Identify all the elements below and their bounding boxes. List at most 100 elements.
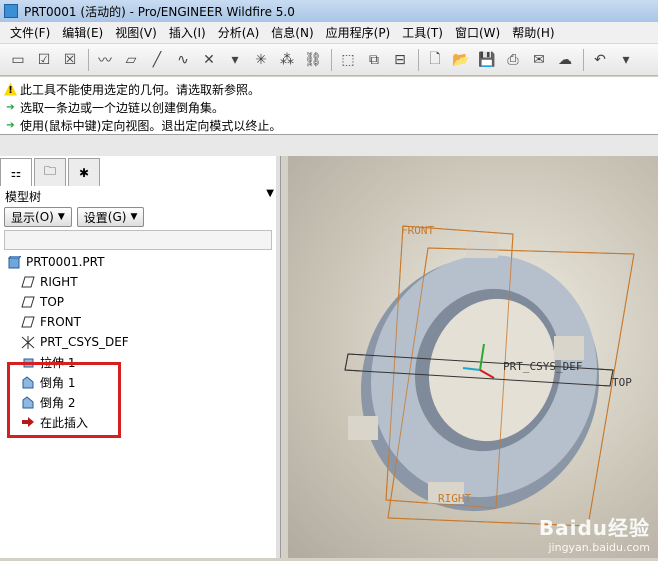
- datum-point-icon[interactable]: ✕: [197, 48, 221, 72]
- analysis-icon[interactable]: ⁂: [275, 48, 299, 72]
- csys-label: PRT_CSYS_DEF: [503, 360, 582, 373]
- menu-help[interactable]: 帮助(H): [506, 24, 560, 41]
- tree-item-right[interactable]: RIGHT: [6, 272, 276, 292]
- model-tree-buttons: 显示 (O) ▼ 设置 (G) ▼: [4, 207, 149, 227]
- menu-info[interactable]: 信息(N): [265, 24, 319, 41]
- graphics-viewport[interactable]: PRT_CSYS_DEF FRONT TOP RIGHT Baidu经验 jin…: [288, 156, 658, 558]
- toolbar-separator: [331, 48, 332, 71]
- right-label: RIGHT: [438, 492, 471, 505]
- tab-favorites[interactable]: ✱: [68, 158, 100, 186]
- chain-icon[interactable]: ⛓: [301, 48, 325, 72]
- tree-item-top[interactable]: TOP: [6, 292, 276, 312]
- model-graphic: PRT_CSYS_DEF FRONT TOP RIGHT: [344, 224, 635, 527]
- message-line: ➔ 使用(鼠标中键)定向视图。退出定向模式以终止。: [4, 116, 654, 134]
- tree-item-label: PRT_CSYS_DEF: [40, 335, 129, 349]
- warning-icon: !: [4, 82, 17, 96]
- menu-file[interactable]: 文件(F): [4, 24, 56, 41]
- datum-plane-icon: [20, 315, 36, 329]
- new-window-icon[interactable]: ▭: [6, 48, 30, 72]
- tree-item-label: FRONT: [40, 315, 81, 329]
- check-window-icon[interactable]: ☑: [32, 48, 56, 72]
- datum-plane-icon: [20, 275, 36, 289]
- folder-icon: 🗀: [43, 164, 56, 178]
- app-icon: [4, 4, 18, 18]
- prompt-arrow-icon: ➔: [6, 119, 15, 131]
- save-icon[interactable]: 💾: [475, 48, 499, 72]
- message-line: ➔ 选取一条边或一个边链以创建倒角集。: [4, 98, 654, 116]
- message-text: 此工具不能使用选定的几何。请选取新参照。: [20, 82, 261, 97]
- open-file-icon[interactable]: 📂: [449, 48, 473, 72]
- slot-right: [554, 336, 584, 360]
- tree-icon: ⚏: [10, 165, 22, 180]
- watermark: Baidu经验 jingyan.baidu.com: [539, 512, 650, 554]
- menu-insert[interactable]: 插入(I): [163, 24, 212, 41]
- window-title: PRT0001 (活动的) - Pro/ENGINEER Wildfire 5.…: [24, 4, 295, 19]
- top-label: TOP: [612, 376, 632, 389]
- tree-item-csys[interactable]: PRT_CSYS_DEF: [6, 332, 276, 352]
- message-area: ! 此工具不能使用选定的几何。请选取新参照。 ➔ 选取一条边或一个边链以创建倒角…: [0, 77, 658, 135]
- curve-icon[interactable]: ∿: [171, 48, 195, 72]
- settings-button-shortcut: (G): [107, 210, 127, 224]
- slot-left: [348, 416, 378, 440]
- print-icon[interactable]: ⎙: [501, 48, 525, 72]
- front-label: FRONT: [401, 224, 434, 237]
- tab-model-tree[interactable]: ⚏: [0, 158, 32, 186]
- message-text: 选取一条边或一个边链以创建倒角集。: [20, 100, 225, 115]
- csys-icon[interactable]: ✳: [249, 48, 273, 72]
- tree-item-label: TOP: [40, 295, 65, 309]
- undo-dropdown-icon[interactable]: ▾: [614, 48, 638, 72]
- menu-analysis[interactable]: 分析(A): [212, 24, 266, 41]
- chevron-down-icon[interactable]: ▼: [266, 188, 274, 199]
- tab-folder-browser[interactable]: 🗀: [34, 158, 66, 186]
- filter-icon[interactable]: ⧉: [362, 48, 386, 72]
- menu-view[interactable]: 视图(V): [109, 24, 163, 41]
- sketch-icon[interactable]: 〰: [93, 48, 117, 72]
- menu-bar: 文件(F) 编辑(E) 视图(V) 插入(I) 分析(A) 信息(N) 应用程序…: [0, 22, 658, 44]
- cloud-icon[interactable]: ☁: [553, 48, 577, 72]
- toolbar-separator: [583, 48, 584, 71]
- chevron-down-icon: ▼: [130, 212, 138, 222]
- highlight-box: [7, 362, 121, 438]
- new-file-icon[interactable]: 🗋: [423, 48, 447, 72]
- select-icon[interactable]: ⬚: [336, 48, 360, 72]
- tree-item-label: RIGHT: [40, 275, 78, 289]
- message-line: ! 此工具不能使用选定的几何。请选取新参照。: [4, 80, 654, 98]
- csys-icon: [20, 335, 36, 349]
- menu-applications[interactable]: 应用程序(P): [320, 24, 397, 41]
- tree-root[interactable]: PRT0001.PRT: [6, 252, 276, 272]
- tree-root-label: PRT0001.PRT: [26, 255, 105, 269]
- undo-icon[interactable]: ↶: [588, 48, 612, 72]
- datum-plane-icon: [20, 295, 36, 309]
- menu-edit[interactable]: 编辑(E): [56, 24, 109, 41]
- model-tree-title: 模型树: [5, 189, 42, 204]
- part-icon: [6, 255, 22, 269]
- close-window-icon[interactable]: ☒: [58, 48, 82, 72]
- show-button-shortcut: (O): [35, 210, 54, 224]
- show-button-label: 显示: [11, 210, 36, 225]
- layer-icon[interactable]: ⊟: [388, 48, 412, 72]
- watermark-url: jingyan.baidu.com: [548, 541, 650, 554]
- tree-filter-box[interactable]: [4, 230, 272, 250]
- navigator-tabs: ⚏ 🗀 ✱: [0, 158, 102, 186]
- panel-splitter[interactable]: [280, 156, 288, 558]
- datum-axis-icon[interactable]: ╱: [145, 48, 169, 72]
- main-toolbar: ▭ ☑ ☒ 〰 ▱ ╱ ∿ ✕ ▾ ✳ ⁂ ⛓ ⬚ ⧉ ⊟ 🗋 📂 💾 ⎙ ✉ …: [0, 44, 658, 76]
- panel-gap: [0, 135, 658, 156]
- datum-plane-icon[interactable]: ▱: [119, 48, 143, 72]
- watermark-logo: Baidu经验: [538, 516, 650, 540]
- menu-tools[interactable]: 工具(T): [396, 24, 449, 41]
- toolbar-separator: [88, 48, 89, 71]
- settings-button[interactable]: 设置 (G) ▼: [76, 207, 145, 227]
- menu-window[interactable]: 窗口(W): [449, 24, 506, 41]
- model-tree-header: 模型树 ▼: [0, 187, 280, 205]
- slot-top: [466, 236, 498, 258]
- tree-item-front[interactable]: FRONT: [6, 312, 276, 332]
- message-text: 使用(鼠标中键)定向视图。退出定向模式以终止。: [20, 118, 282, 133]
- favorites-icon: ✱: [78, 165, 90, 180]
- chevron-down-icon: ▼: [57, 212, 65, 222]
- dropdown-icon[interactable]: ▾: [223, 48, 247, 72]
- window-titlebar: PRT0001 (活动的) - Pro/ENGINEER Wildfire 5.…: [0, 0, 658, 22]
- email-icon[interactable]: ✉: [527, 48, 551, 72]
- show-button[interactable]: 显示 (O) ▼: [4, 207, 72, 227]
- prompt-arrow-icon: ➔: [6, 101, 15, 113]
